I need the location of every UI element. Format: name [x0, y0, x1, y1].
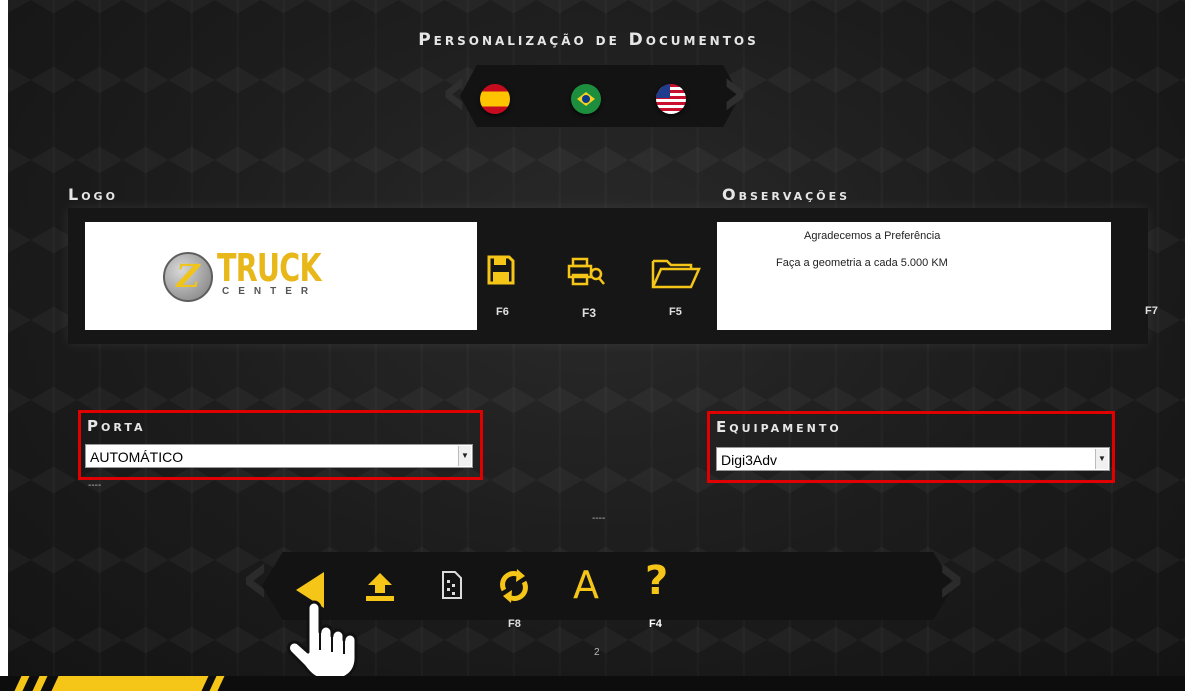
- upload-icon[interactable]: [364, 571, 396, 603]
- equipamento-value: Digi3Adv: [721, 452, 778, 468]
- truck-center-emblem: [163, 252, 213, 302]
- open-key: F5: [669, 306, 682, 318]
- folder-icon[interactable]: [651, 257, 701, 289]
- page-title: Personalização de Documentos: [418, 30, 759, 50]
- observations-section-label: Observações: [722, 185, 851, 204]
- logo-subtext: CENTER: [222, 286, 318, 297]
- logo-text: TRUCK: [217, 246, 322, 290]
- chevron-left-icon: ‹: [240, 532, 272, 621]
- chevron-right-icon: ›: [720, 50, 749, 132]
- porta-select[interactable]: AUTOMÁTICO ▼: [85, 444, 473, 468]
- page-number: 2: [594, 647, 600, 658]
- brazil-flag-icon[interactable]: [571, 84, 601, 114]
- help-key: F4: [649, 618, 662, 630]
- chevron-down-icon[interactable]: ▼: [458, 446, 471, 466]
- footer-stripe: [51, 676, 209, 691]
- equipamento-select[interactable]: Digi3Adv ▼: [716, 447, 1110, 471]
- spain-flag-icon[interactable]: [480, 84, 510, 114]
- observation-line: Agradecemos a Preferência: [804, 230, 941, 242]
- logo-section-label: Logo: [68, 185, 118, 204]
- porta-label: Porta: [87, 417, 146, 435]
- document-icon[interactable]: [441, 570, 463, 600]
- refresh-icon[interactable]: [497, 568, 531, 604]
- save-key: F6: [496, 306, 509, 318]
- center-status: ----: [592, 513, 606, 524]
- save-icon[interactable]: [487, 255, 515, 285]
- observations-key: F7: [1145, 305, 1158, 317]
- usa-flag-icon[interactable]: [656, 84, 686, 114]
- porta-status: ----: [88, 480, 102, 491]
- chevron-down-icon[interactable]: ▼: [1095, 449, 1108, 469]
- porta-value: AUTOMÁTICO: [90, 449, 184, 465]
- help-icon[interactable]: ?: [645, 558, 668, 604]
- chevron-right-icon: ›: [935, 532, 967, 621]
- print-preview-key: F3: [582, 306, 597, 320]
- font-icon[interactable]: A: [573, 563, 599, 607]
- observations-textarea[interactable]: Agradecemos a Preferência Faça a geometr…: [717, 222, 1111, 330]
- refresh-key: F8: [508, 618, 521, 630]
- logo-preview[interactable]: TRUCK CENTER: [85, 222, 477, 330]
- equipamento-label: Equipamento: [716, 418, 842, 436]
- observation-line: Faça a geometria a cada 5.000 KM: [776, 257, 948, 269]
- hand-cursor-icon: [286, 600, 370, 682]
- print-preview-icon[interactable]: [567, 257, 605, 287]
